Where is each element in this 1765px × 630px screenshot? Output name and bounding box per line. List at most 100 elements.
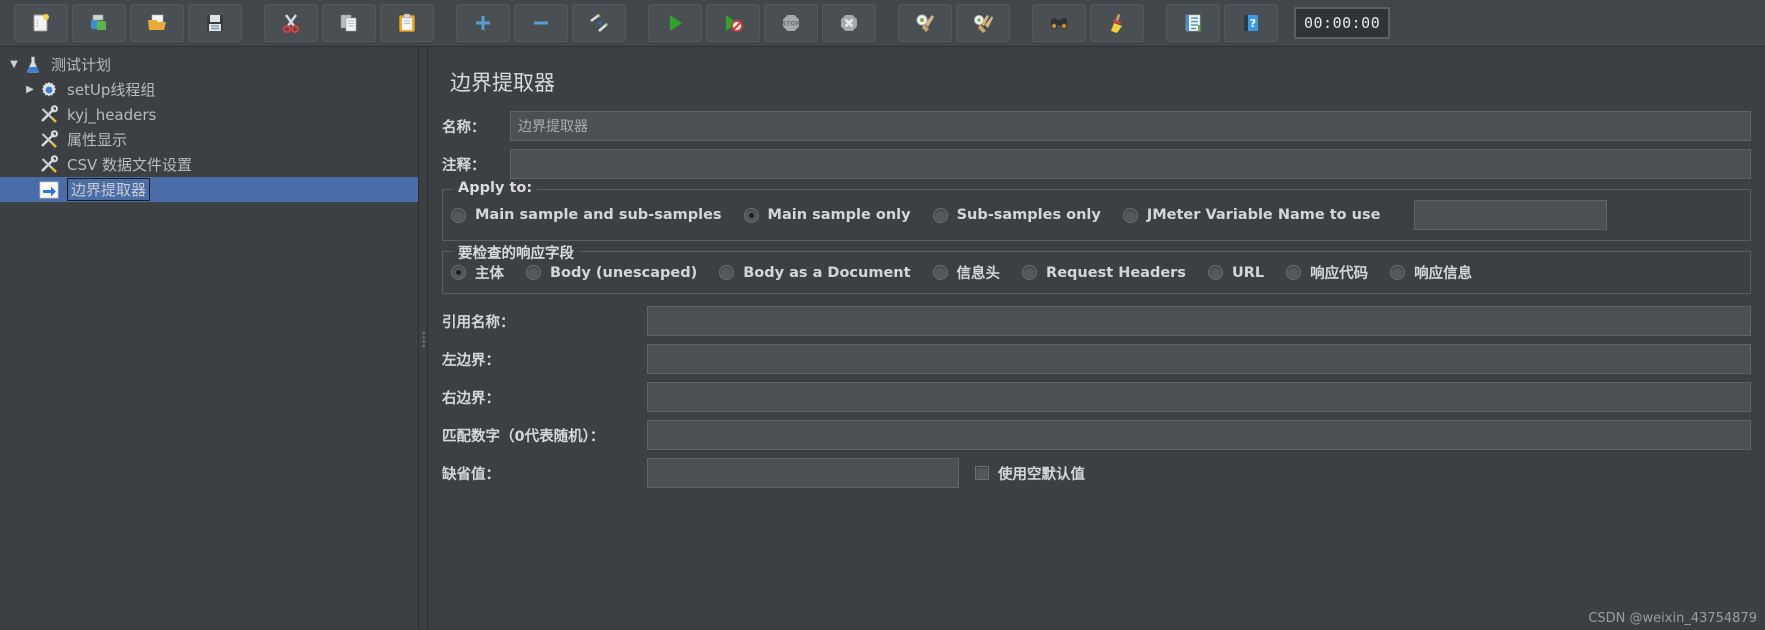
tree-item-boundary-extractor[interactable]: 边界提取器 xyxy=(0,177,418,202)
radio-response-headers[interactable]: 信息头 xyxy=(932,262,1001,283)
new-document-icon xyxy=(30,12,52,34)
stop-sign-icon: STOP xyxy=(780,12,802,34)
collapse-all-button[interactable] xyxy=(514,4,568,42)
templates-button[interactable] xyxy=(72,4,126,42)
match-number-row: 匹配数字（0代表随机）： xyxy=(442,420,1751,450)
radio-indicator xyxy=(1286,265,1302,280)
checkbox-indicator xyxy=(975,466,989,480)
gear-broom-icon xyxy=(914,12,936,34)
clear-all-button[interactable] xyxy=(956,4,1010,42)
copy-button[interactable] xyxy=(322,4,376,42)
new-test-plan-button[interactable] xyxy=(14,4,68,42)
radio-response-code[interactable]: 响应代码 xyxy=(1286,262,1368,283)
save-button[interactable] xyxy=(188,4,242,42)
watermark-text: CSDN @weixin_43754879 xyxy=(1588,611,1757,626)
toggle-pencils-icon xyxy=(588,12,610,34)
radio-main-sample-only[interactable]: Main sample only xyxy=(743,207,911,223)
apply-to-group: Apply to: Main sample and sub-samples Ma… xyxy=(442,180,1751,241)
radio-indicator xyxy=(451,207,466,223)
radio-url[interactable]: URL xyxy=(1207,264,1265,281)
clear-button[interactable] xyxy=(898,4,952,42)
search-button[interactable] xyxy=(1032,4,1086,42)
test-plan-tree[interactable]: ▼ 测试计划 ▶ setUp线程组 kyj_headers 属性显示 CSV 数… xyxy=(0,47,419,630)
radio-body-as-document[interactable]: Body as a Document xyxy=(719,265,911,281)
reset-search-button[interactable] xyxy=(1090,4,1144,42)
left-boundary-input[interactable] xyxy=(647,344,1751,374)
tree-item-setup-thread-group[interactable]: ▶ setUp线程组 xyxy=(0,77,418,102)
help-button[interactable]: ? xyxy=(1224,4,1278,42)
radio-sub-samples-only[interactable]: Sub-samples only xyxy=(932,207,1101,223)
toolbar-group-run: STOP xyxy=(648,4,876,42)
radio-response-message[interactable]: 响应信息 xyxy=(1390,262,1472,283)
tree-item-kyj-headers[interactable]: kyj_headers xyxy=(0,102,418,127)
toolbar-separator-1 xyxy=(242,23,264,24)
comment-input[interactable] xyxy=(510,149,1751,179)
apply-to-group-title: Apply to: xyxy=(453,180,538,196)
radio-label: URL xyxy=(1231,264,1265,281)
wrench-icon xyxy=(38,129,60,150)
comment-field-row: 注释： xyxy=(442,149,1751,179)
expand-twisty-icon[interactable]: ▼ xyxy=(6,59,22,70)
function-helper-button[interactable] xyxy=(1166,4,1220,42)
tree-item-property-display[interactable]: 属性显示 xyxy=(0,127,418,152)
default-value-input[interactable] xyxy=(647,458,959,488)
main-toolbar: STOP ? 00:00:00 xyxy=(0,0,1765,47)
radio-main-sample-and-sub-samples[interactable]: Main sample and sub-samples xyxy=(451,207,722,223)
shutdown-button[interactable] xyxy=(822,4,876,42)
radio-label: Sub-samples only xyxy=(956,207,1101,223)
reference-name-input[interactable] xyxy=(647,306,1751,336)
radio-label: Main sample and sub-samples xyxy=(475,207,722,223)
radio-body[interactable]: 主体 xyxy=(451,262,504,283)
left-boundary-label: 左边界： xyxy=(442,352,500,369)
tree-item-label: 属性显示 xyxy=(67,131,128,149)
broom-icon xyxy=(1106,12,1128,34)
copy-pages-icon xyxy=(338,12,360,34)
right-boundary-label: 右边界： xyxy=(442,390,500,407)
radio-indicator xyxy=(526,265,541,280)
radio-label: Body (unescaped) xyxy=(550,264,698,281)
tree-item-csv-data-set-config[interactable]: CSV 数据文件设置 xyxy=(0,152,418,177)
radio-jmeter-variable-name[interactable]: JMeter Variable Name to use xyxy=(1122,207,1380,223)
name-field-row: 名称： 边界提取器 xyxy=(442,111,1751,141)
default-value-label: 缺省值： xyxy=(442,466,500,483)
name-field-label: 名称： xyxy=(442,119,486,136)
start-button[interactable] xyxy=(648,4,702,42)
match-number-input[interactable] xyxy=(647,420,1751,450)
toolbar-separator-6 xyxy=(1144,23,1166,24)
radio-indicator xyxy=(719,265,735,280)
tree-item-label: 边界提取器 xyxy=(67,178,151,201)
open-button[interactable] xyxy=(130,4,184,42)
expand-all-button[interactable] xyxy=(456,4,510,42)
jmeter-variable-name-input[interactable] xyxy=(1414,200,1608,230)
comment-field-label: 注释： xyxy=(442,157,486,174)
radio-request-headers[interactable]: Request Headers xyxy=(1022,265,1186,281)
svg-text:STOP: STOP xyxy=(782,21,801,28)
wrench-icon xyxy=(38,104,60,125)
flask-icon xyxy=(22,55,44,75)
paste-button[interactable] xyxy=(380,4,434,42)
left-boundary-row: 左边界： xyxy=(442,344,1751,374)
toolbar-group-tree xyxy=(456,4,626,42)
toolbar-group-file xyxy=(14,4,242,42)
svg-text:?: ? xyxy=(1250,17,1256,30)
reference-name-row: 引用名称： xyxy=(442,306,1751,336)
gear-icon xyxy=(38,80,60,100)
toggle-button[interactable] xyxy=(572,4,626,42)
tree-item-test-plan[interactable]: ▼ 测试计划 xyxy=(0,52,418,77)
collapse-twisty-icon[interactable]: ▶ xyxy=(22,84,38,95)
radio-label: 主体 xyxy=(475,266,504,282)
right-boundary-input[interactable] xyxy=(647,382,1751,412)
stop-button[interactable]: STOP xyxy=(764,4,818,42)
use-empty-default-checkbox[interactable]: 使用空默认值 xyxy=(975,463,1085,484)
start-no-pauses-button[interactable] xyxy=(706,4,760,42)
cut-button[interactable] xyxy=(264,4,318,42)
open-folder-icon xyxy=(146,12,168,34)
tree-item-label: 测试计划 xyxy=(51,56,112,74)
radio-label: 响应代码 xyxy=(1310,266,1369,282)
radio-indicator xyxy=(451,265,466,280)
pane-splitter[interactable]: •••• xyxy=(418,47,428,630)
radio-body-unescaped[interactable]: Body (unescaped) xyxy=(526,265,697,281)
name-input[interactable]: 边界提取器 xyxy=(510,111,1751,141)
extractor-fields: 引用名称： 左边界： 右边界： 匹配数字（0代表随机）： 缺省值： 使用空默认值 xyxy=(442,306,1751,488)
radio-label: 信息头 xyxy=(956,266,1001,282)
